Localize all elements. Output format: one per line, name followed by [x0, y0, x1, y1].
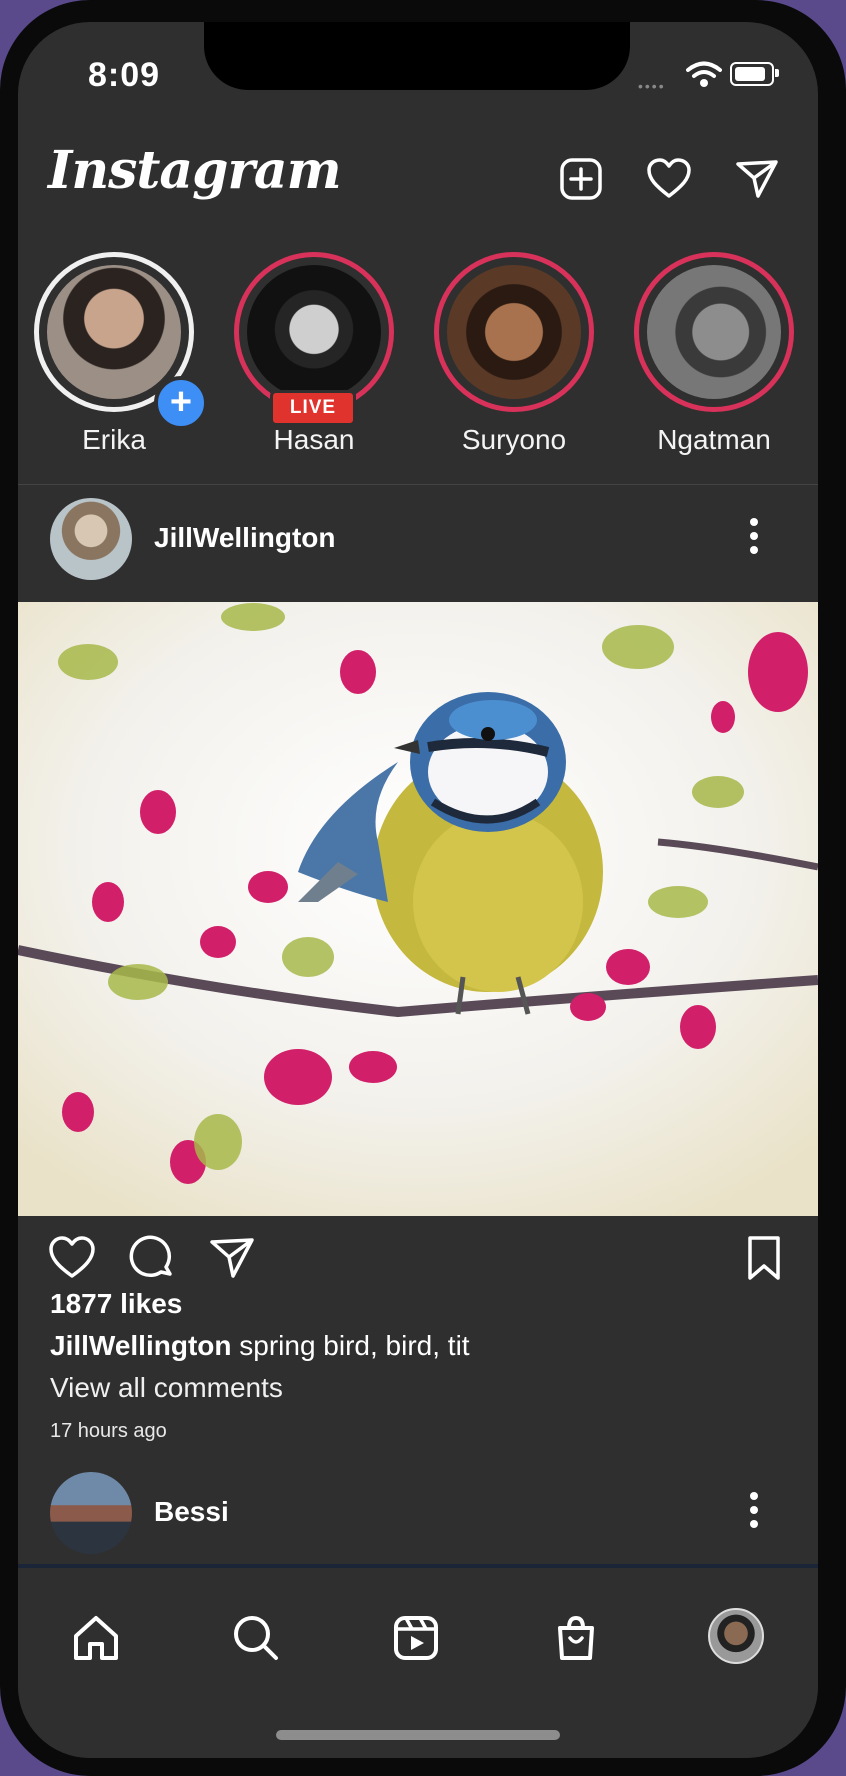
signal-dots-icon: ••••	[638, 78, 666, 94]
next-post-header: Bessi	[18, 1472, 818, 1556]
profile-avatar[interactable]	[708, 1608, 764, 1664]
wifi-icon	[686, 61, 722, 87]
story-avatar	[647, 265, 781, 399]
more-icon[interactable]	[748, 1492, 760, 1532]
story-name: Hasan	[273, 424, 355, 455]
post-username[interactable]: JillWellington	[154, 522, 335, 554]
post-actions	[18, 1222, 818, 1292]
status-time: 8:09	[88, 56, 161, 94]
battery-icon	[730, 62, 774, 86]
shop-icon[interactable]	[548, 1610, 604, 1666]
notch	[204, 22, 630, 90]
share-send-icon[interactable]	[208, 1234, 256, 1282]
story-avatar	[47, 265, 181, 399]
story-ring	[434, 252, 594, 412]
send-icon[interactable]	[734, 156, 780, 202]
more-icon[interactable]	[748, 518, 760, 558]
post-header: JillWellington	[18, 498, 818, 588]
add-post-icon[interactable]	[558, 156, 604, 202]
divider	[18, 484, 818, 485]
story-ring	[234, 252, 394, 412]
add-story-badge[interactable]: +	[154, 376, 208, 430]
bird-image	[18, 602, 818, 1216]
story-name: Ngatman	[657, 424, 771, 455]
heart-icon[interactable]	[646, 156, 692, 202]
search-icon[interactable]	[228, 1610, 284, 1666]
stories-tray: + Erika LIVE Hasan Suryono Ngatman	[18, 252, 818, 484]
reels-icon[interactable]	[388, 1610, 444, 1666]
phone-bezel: 8:09 •••• Instagram + Erika LIVE Hasan S…	[0, 0, 846, 1776]
live-badge: LIVE	[270, 390, 356, 426]
comment-icon[interactable]	[128, 1234, 176, 1282]
post-username[interactable]: Bessi	[154, 1496, 229, 1528]
story-name: Suryono	[461, 424, 567, 455]
battery-nub	[775, 69, 779, 77]
avatar[interactable]	[50, 1472, 132, 1554]
view-comments-link[interactable]: View all comments	[50, 1372, 283, 1404]
story-avatar	[447, 265, 581, 399]
caption-text: spring bird, bird, tit	[239, 1330, 470, 1361]
home-icon[interactable]	[68, 1610, 124, 1666]
like-heart-icon[interactable]	[48, 1234, 96, 1282]
instagram-logo: Instagram	[48, 140, 342, 201]
likes-count[interactable]: 1877 likes	[50, 1288, 182, 1320]
post-timestamp: 17 hours ago	[50, 1420, 167, 1442]
post-caption: JillWellington spring bird, bird, tit	[50, 1330, 470, 1362]
home-indicator[interactable]	[276, 1730, 560, 1740]
story-ring	[634, 252, 794, 412]
avatar[interactable]	[50, 498, 132, 580]
post-photo[interactable]	[18, 602, 818, 1216]
bookmark-icon[interactable]	[740, 1234, 788, 1282]
caption-username[interactable]: JillWellington	[50, 1330, 231, 1361]
app-screen: 8:09 •••• Instagram + Erika LIVE Hasan S…	[18, 22, 818, 1758]
story-name: Erika	[82, 424, 146, 455]
story-avatar	[247, 265, 381, 399]
